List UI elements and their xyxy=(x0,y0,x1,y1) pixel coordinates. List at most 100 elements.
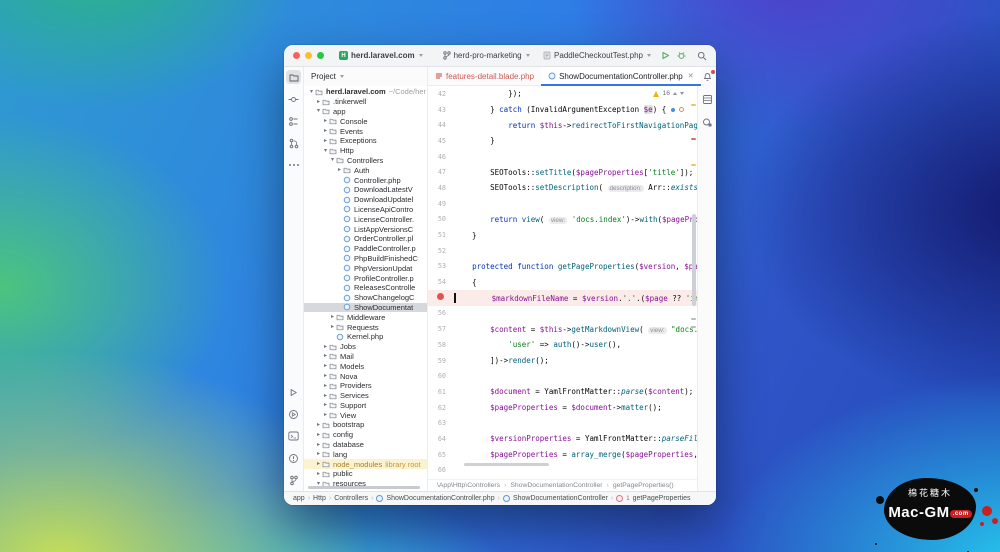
tree-chevron-icon[interactable]: ▸ xyxy=(322,402,329,408)
code-line-57[interactable]: 57 $content = $this->getMarkdownView( vi… xyxy=(428,321,697,337)
navbar-item[interactable]: ShowDocumentationController xyxy=(513,495,608,502)
tree-chevron-icon[interactable]: ▸ xyxy=(322,353,329,359)
code-line-51[interactable]: 51 } xyxy=(428,227,697,243)
line-number[interactable]: 52 xyxy=(428,247,454,255)
tree-item-releasescontrolle[interactable]: ReleasesControlle xyxy=(304,283,427,293)
line-number[interactable]: 44 xyxy=(428,121,454,129)
code-editor[interactable]: 42 });43 } catch (InvalidArgumentExcepti… xyxy=(428,86,697,479)
line-number[interactable]: 56 xyxy=(428,309,454,317)
zoom-window-button[interactable] xyxy=(317,52,324,59)
tree-chevron-icon[interactable]: ▸ xyxy=(315,422,322,428)
line-number[interactable]: 53 xyxy=(428,262,454,270)
tree-item-auth[interactable]: ▸Auth xyxy=(304,165,427,175)
run-button[interactable] xyxy=(661,51,670,60)
code-line-59[interactable]: 59 ])->render(); xyxy=(428,353,697,369)
tree-chevron-icon[interactable]: ▸ xyxy=(322,412,329,418)
stripe-change-mark[interactable] xyxy=(691,318,696,320)
editor-horizontal-scrollbar[interactable] xyxy=(464,463,549,466)
tree-item-http[interactable]: ▾Http xyxy=(304,146,427,156)
tree-chevron-icon[interactable]: ▾ xyxy=(315,108,322,114)
line-number[interactable]: 49 xyxy=(428,200,454,208)
code-line-58[interactable]: 58 'user' => auth()->user(), xyxy=(428,337,697,353)
more-toolwindows-icon[interactable] xyxy=(286,158,301,172)
stripe-change-mark[interactable] xyxy=(691,326,696,328)
tree-item-config[interactable]: ▸config xyxy=(304,430,427,440)
tree-item-listappversionsc[interactable]: ListAppVersionsC xyxy=(304,224,427,234)
inspection-widget[interactable]: 16 xyxy=(650,89,687,98)
problems-toolwindow-icon[interactable] xyxy=(286,451,301,465)
line-number[interactable]: 59 xyxy=(428,357,454,365)
line-number[interactable]: 50 xyxy=(428,215,454,223)
tree-item-profilecontroller-p[interactable]: ProfileController.p xyxy=(304,273,427,283)
tree-item-view[interactable]: ▸View xyxy=(304,410,427,420)
breakpoint-icon[interactable] xyxy=(428,293,454,302)
pull-requests-toolwindow-icon[interactable] xyxy=(286,136,301,150)
tree-item-services[interactable]: ▸Services xyxy=(304,391,427,401)
code-line-47[interactable]: 47 SEOTools::setTitle($pageProperties['t… xyxy=(428,164,697,180)
tree-item-lang[interactable]: ▸lang xyxy=(304,449,427,459)
vcs-branch-widget[interactable]: herd-pro-marketing xyxy=(440,49,533,62)
line-number[interactable]: 61 xyxy=(428,388,454,396)
code-line-55[interactable]: $markdownFileName = $version.'.'.($page … xyxy=(428,290,697,306)
navbar-item[interactable]: app xyxy=(293,495,305,502)
code-line-49[interactable]: 49 xyxy=(428,196,697,212)
debug-button[interactable] xyxy=(677,51,686,60)
code-line-46[interactable]: 46 xyxy=(428,149,697,165)
ai-assistant-toolwindow-icon[interactable] xyxy=(702,117,713,130)
minimize-window-button[interactable] xyxy=(305,52,312,59)
project-widget[interactable]: H herd.laravel.com xyxy=(336,49,426,62)
project-panel-header[interactable]: Project xyxy=(304,67,427,86)
tree-chevron-icon[interactable]: ▸ xyxy=(315,99,322,105)
line-number[interactable]: 57 xyxy=(428,325,454,333)
inline-hint-icon[interactable] xyxy=(671,108,675,112)
line-number[interactable]: 65 xyxy=(428,451,454,459)
git-toolwindow-icon[interactable] xyxy=(286,473,301,487)
tree-item-phpbuildfinishedc[interactable]: PhpBuildFinishedC xyxy=(304,254,427,264)
close-window-button[interactable] xyxy=(293,52,300,59)
tree-chevron-icon[interactable]: ▸ xyxy=(315,451,322,457)
tree-chevron-icon[interactable]: ▾ xyxy=(308,89,315,95)
line-number[interactable]: 48 xyxy=(428,184,454,192)
tree-chevron-icon[interactable]: ▸ xyxy=(329,324,336,330)
project-toolwindow-icon[interactable] xyxy=(286,70,301,84)
tree-item-kernel-php[interactable]: Kernel.php xyxy=(304,332,427,342)
line-number[interactable]: 58 xyxy=(428,341,454,349)
tree-chevron-icon[interactable]: ▸ xyxy=(315,442,322,448)
tree-item-providers[interactable]: ▸Providers xyxy=(304,381,427,391)
tree-item-controller-php[interactable]: Controller.php xyxy=(304,175,427,185)
code-line-54[interactable]: 54 { xyxy=(428,274,697,290)
line-number[interactable]: 42 xyxy=(428,90,454,98)
tree-item-app[interactable]: ▾app xyxy=(304,107,427,117)
tree-item-mail[interactable]: ▸Mail xyxy=(304,352,427,362)
tab-show-documentation-controller[interactable]: ShowDocumentationController.php ✕ xyxy=(541,67,701,85)
run-toolwindow-icon[interactable] xyxy=(286,385,301,399)
line-number[interactable]: 54 xyxy=(428,278,454,286)
line-number[interactable]: 64 xyxy=(428,435,454,443)
tree-chevron-icon[interactable]: ▸ xyxy=(322,383,329,389)
tree-chevron-icon[interactable]: ▸ xyxy=(322,363,329,369)
line-number[interactable]: 45 xyxy=(428,137,454,145)
tree-chevron-icon[interactable]: ▸ xyxy=(336,167,343,173)
tree-item-licensecontroller-[interactable]: LicenseController. xyxy=(304,214,427,224)
tree-item-paddlecontroller-p[interactable]: PaddleController.p xyxy=(304,244,427,254)
stripe-warning-mark[interactable] xyxy=(691,104,696,106)
terminal-toolwindow-icon[interactable] xyxy=(286,429,301,443)
code-line-50[interactable]: 50 return view( view: 'docs.index')->wit… xyxy=(428,212,697,228)
tree-chevron-icon[interactable]: ▸ xyxy=(322,128,329,134)
navbar-item[interactable]: ShowDocumentationController.php xyxy=(386,495,494,502)
line-number[interactable]: 47 xyxy=(428,168,454,176)
tree-item-node-modules[interactable]: ▸node_moduleslibrary root xyxy=(304,459,427,469)
editor-vertical-scrollbar[interactable] xyxy=(692,214,696,306)
structure-toolwindow-icon[interactable] xyxy=(286,114,301,128)
tree-chevron-icon[interactable]: ▸ xyxy=(322,138,329,144)
stripe-error-mark[interactable] xyxy=(691,138,696,140)
tree-item-licenseapicontro[interactable]: LicenseApiContro xyxy=(304,205,427,215)
code-line-45[interactable]: 45 } xyxy=(428,133,697,149)
line-number[interactable]: 62 xyxy=(428,404,454,412)
navbar-item[interactable]: Controllers xyxy=(334,495,368,502)
line-number[interactable]: 60 xyxy=(428,372,454,380)
tree-item-showchangelogc[interactable]: ShowChangelogC xyxy=(304,293,427,303)
code-line-61[interactable]: 61 $document = YamlFrontMatter::parse($c… xyxy=(428,384,697,400)
tree-item-jobs[interactable]: ▸Jobs xyxy=(304,342,427,352)
tree-chevron-icon[interactable]: ▸ xyxy=(315,461,322,467)
